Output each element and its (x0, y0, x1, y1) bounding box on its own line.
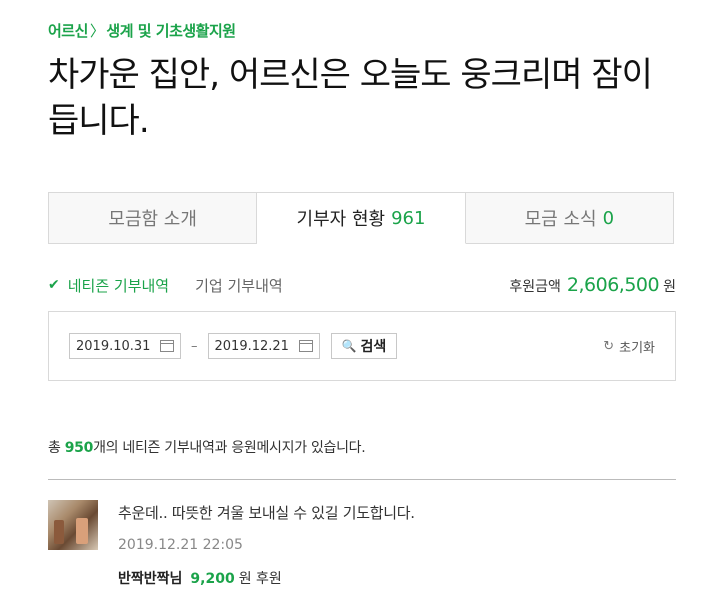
breadcrumb: 어르신 〉 생계 및 기초생활지원 (48, 20, 236, 41)
search-icon: 🔍 (341, 339, 357, 353)
search-button[interactable]: 🔍 검색 (330, 333, 398, 359)
search-button-label: 검색 (360, 339, 387, 355)
summary-amount: 2,606,500 (566, 274, 660, 296)
filter-company[interactable]: 기업 기부내역 (195, 275, 283, 296)
comment-time: 2019.12.21 22:05 (118, 537, 243, 553)
summary-label: 후원금액 (509, 279, 561, 295)
breadcrumb-separator: 〉 (89, 22, 105, 40)
list-divider (48, 479, 676, 480)
donation-amount: 9,200 (190, 571, 235, 587)
calendar-icon[interactable] (160, 340, 174, 352)
tab-label: 기부자 현황 (296, 209, 386, 230)
breadcrumb-parent[interactable]: 어르신 (48, 22, 88, 40)
total-suffix: 개의 네티즌 기부내역과 응원메시지가 있습니다. (93, 440, 366, 456)
search-panel: 2019.10.31 – 2019.12.21 🔍 검색 ↻ 초기화 (48, 311, 676, 381)
end-date-input[interactable]: 2019.12.21 (207, 333, 320, 359)
breadcrumb-child[interactable]: 생계 및 기초생활지원 (106, 22, 236, 40)
date-range-dash: – (191, 338, 198, 354)
summary-unit: 원 (663, 279, 676, 295)
total-prefix: 총 (48, 440, 65, 456)
tab-count: 0 (602, 207, 615, 229)
donation-unit: 원 후원 (238, 571, 282, 587)
total-count: 950 (64, 440, 94, 456)
tab-count: 961 (391, 207, 426, 229)
tab-label: 모금함 소개 (108, 209, 197, 230)
start-date-value: 2019.10.31 (76, 338, 151, 354)
tab-introduction[interactable]: 모금함 소개 (49, 193, 258, 243)
tab-news[interactable]: 모금 소식 0 (466, 193, 673, 243)
donation-summary: 후원금액 2,606,500 원 (509, 274, 676, 296)
filter-row: ✔ 네티즌 기부내역 기업 기부내역 후원금액 2,606,500 원 (48, 273, 676, 297)
filter-netizen[interactable]: 네티즌 기부내역 (68, 275, 169, 296)
reset-button[interactable]: ↻ 초기화 (603, 337, 655, 356)
total-count-text: 총 950개의 네티즌 기부내역과 응원메시지가 있습니다. (48, 437, 366, 457)
check-icon: ✔ (48, 277, 60, 293)
donor-name: 반짝반짝님 (118, 571, 183, 587)
tab-label: 모금 소식 (524, 209, 597, 230)
end-date-value: 2019.12.21 (214, 338, 289, 354)
tab-donors[interactable]: 기부자 현황 961 (257, 193, 466, 244)
tab-bar: 모금함 소개 기부자 현황 961 모금 소식 0 (48, 192, 674, 244)
comment-message: 추운데.. 따뜻한 겨울 보내실 수 있길 기도합니다. (118, 504, 415, 522)
page-title: 차가운 집안, 어르신은 오늘도 웅크리며 잠이 듭니다. (48, 55, 653, 141)
start-date-input[interactable]: 2019.10.31 (69, 333, 181, 359)
reset-label: 초기화 (619, 340, 655, 356)
refresh-icon: ↻ (603, 338, 615, 354)
avatar (48, 500, 98, 550)
calendar-icon[interactable] (298, 340, 313, 352)
donor-info: 반짝반짝님 9,200 원 후원 (118, 568, 282, 588)
